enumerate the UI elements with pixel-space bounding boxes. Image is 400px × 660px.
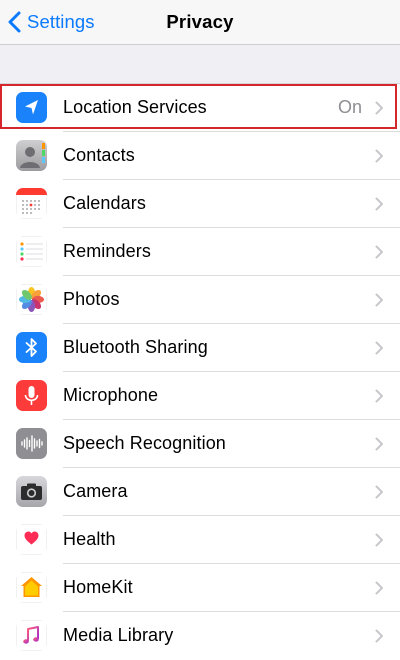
row-label: Location Services (63, 97, 207, 117)
row-label: Reminders (63, 241, 151, 261)
photos-icon (16, 284, 47, 315)
row-label: Contacts (63, 145, 135, 165)
chevron-right-icon (375, 629, 383, 643)
location-arrow-icon (16, 92, 47, 123)
row-speech-recognition[interactable]: Speech Recognition (0, 420, 400, 468)
row-label: Camera (63, 481, 128, 501)
chevron-right-icon (375, 389, 383, 403)
row-bluetooth-sharing[interactable]: Bluetooth Sharing (0, 324, 400, 372)
row-label: Health (63, 529, 116, 549)
page-title: Privacy (166, 11, 234, 32)
camera-icon (16, 476, 47, 507)
privacy-settings-list: Location Services On Contacts Calendars … (0, 83, 400, 660)
row-label: Bluetooth Sharing (63, 337, 208, 357)
row-health[interactable]: Health (0, 516, 400, 564)
calendar-icon (16, 188, 47, 219)
chevron-right-icon (375, 437, 383, 451)
chevron-right-icon (375, 101, 383, 115)
chevron-right-icon (375, 341, 383, 355)
chevron-right-icon (375, 293, 383, 307)
homekit-house-icon (16, 572, 47, 603)
bluetooth-icon (16, 332, 47, 363)
chevron-right-icon (375, 197, 383, 211)
health-heart-icon (16, 524, 47, 555)
row-label: Speech Recognition (63, 433, 226, 453)
chevron-right-icon (375, 581, 383, 595)
chevron-right-icon (375, 149, 383, 163)
speech-waveform-icon (16, 428, 47, 459)
row-media-library[interactable]: Media Library (0, 612, 400, 660)
row-label: Calendars (63, 193, 146, 213)
media-library-music-icon (16, 620, 47, 651)
microphone-icon (16, 380, 47, 411)
row-value: On (337, 97, 362, 117)
row-label: Microphone (63, 385, 159, 405)
row-location-services[interactable]: Location Services On (0, 84, 400, 132)
row-contacts[interactable]: Contacts (0, 132, 400, 180)
row-label: HomeKit (63, 577, 133, 597)
row-calendars[interactable]: Calendars (0, 180, 400, 228)
row-label: Media Library (63, 625, 174, 645)
chevron-right-icon (375, 485, 383, 499)
chevron-right-icon (375, 533, 383, 547)
row-homekit[interactable]: HomeKit (0, 564, 400, 612)
navigation-bar: Settings Privacy (0, 0, 400, 45)
reminders-icon (16, 236, 47, 267)
row-reminders[interactable]: Reminders (0, 228, 400, 276)
chevron-right-icon (375, 245, 383, 259)
row-camera[interactable]: Camera (0, 468, 400, 516)
row-photos[interactable]: Photos (0, 276, 400, 324)
contacts-icon (16, 140, 47, 171)
row-microphone[interactable]: Microphone (0, 372, 400, 420)
row-label: Photos (63, 289, 120, 309)
